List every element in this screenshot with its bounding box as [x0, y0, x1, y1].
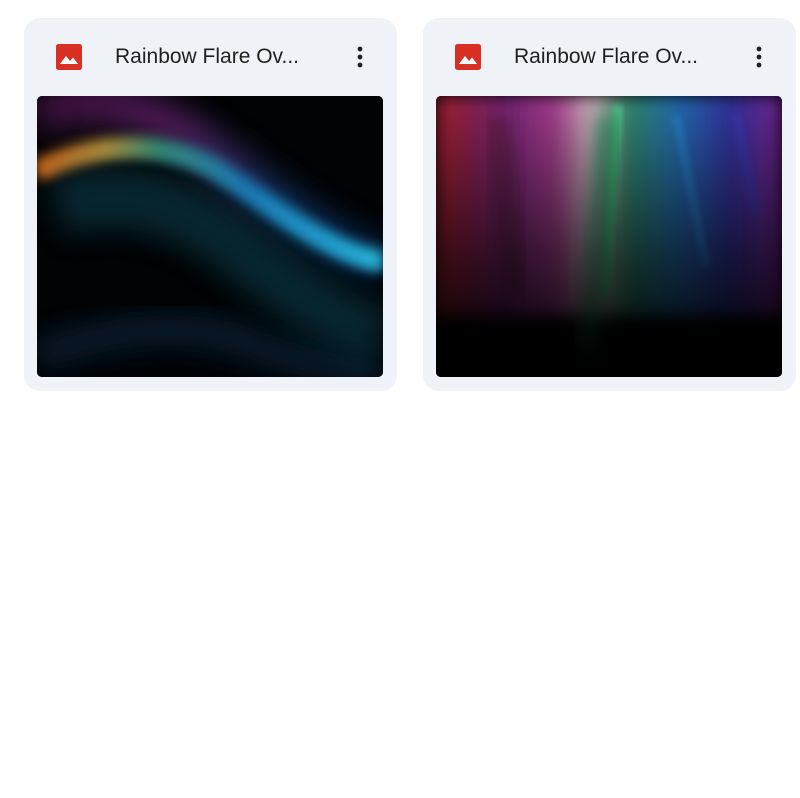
file-card-header: Rainbow Flare Ov...	[423, 18, 796, 96]
file-title[interactable]: Rainbow Flare Ov...	[115, 43, 325, 71]
more-options-button[interactable]	[343, 40, 377, 74]
file-title[interactable]: Rainbow Flare Ov...	[514, 43, 724, 71]
file-card-header: Rainbow Flare Ov...	[24, 18, 397, 96]
more-vert-icon	[357, 46, 363, 68]
file-card[interactable]: Rainbow Flare Ov...	[423, 18, 796, 391]
image-icon	[455, 44, 481, 70]
more-options-button[interactable]	[742, 40, 776, 74]
rainbow-streaks-thumbnail[interactable]	[436, 96, 782, 377]
more-vert-icon	[756, 46, 762, 68]
image-icon	[56, 44, 82, 70]
file-card[interactable]: Rainbow Flare Ov...	[24, 18, 397, 391]
file-grid: Rainbow Flare Ov... Rainbow Flare Ov...	[24, 18, 796, 391]
rainbow-wave-thumbnail[interactable]	[37, 96, 383, 377]
